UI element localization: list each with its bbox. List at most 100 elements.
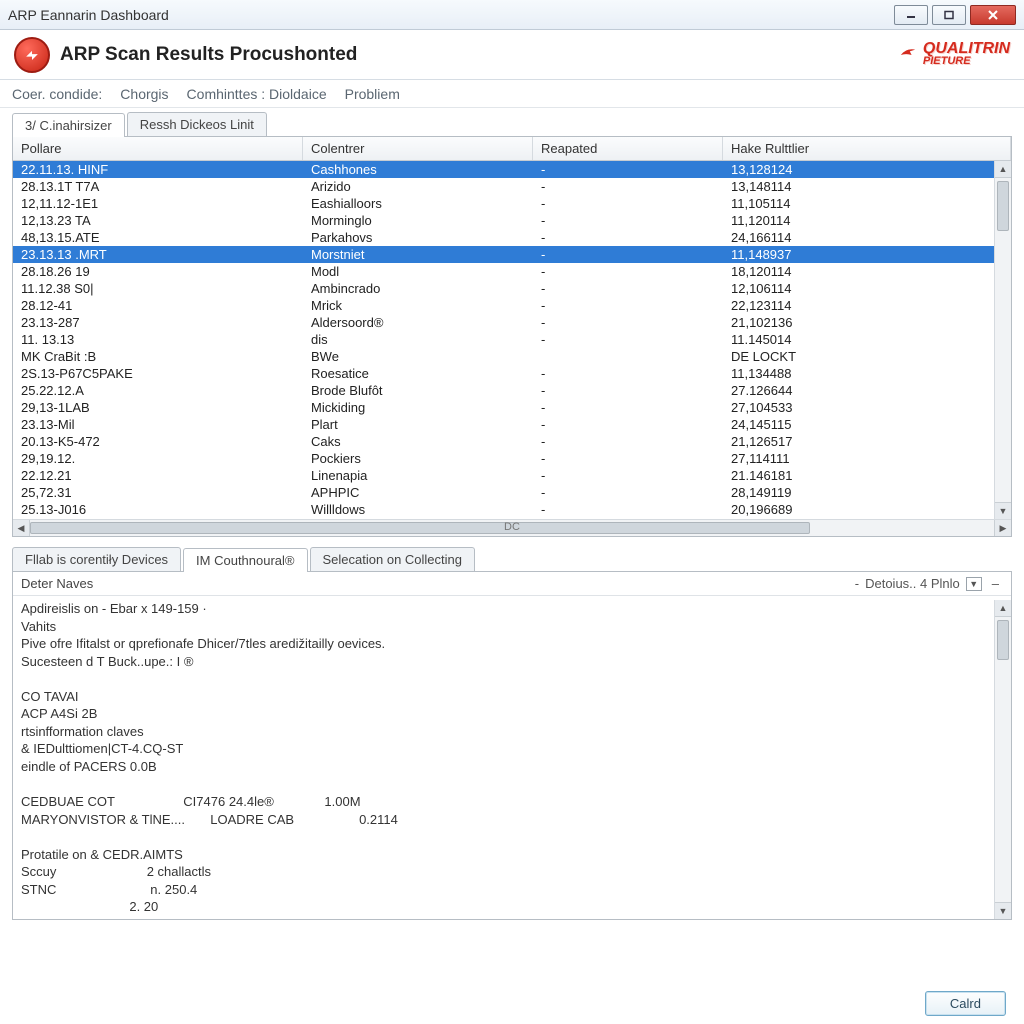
table-cell: Modl — [303, 263, 533, 280]
menu-item-2[interactable]: Comhinttes : Dioldaice — [187, 86, 327, 102]
table-cell: - — [533, 195, 723, 212]
table-row[interactable]: 22.12.21Linenapia-21.146181 — [13, 467, 1011, 484]
table-cell: 2S.13-P67C5PAKE — [13, 365, 303, 382]
hscroll-thumb[interactable] — [30, 522, 810, 534]
table-cell: 13,128124 — [723, 161, 1011, 178]
table-row[interactable]: 2S.13-P67C5PAKERoesatice-11,134488 — [13, 365, 1011, 382]
table-cell: 22,148264 — [723, 518, 1011, 519]
table-row[interactable]: 29,19.12.Pockiers-27,114111 — [13, 450, 1011, 467]
lower-tab-1[interactable]: IM Couthnoural® — [183, 548, 307, 572]
table-cell: 20.13-K5-472 — [13, 433, 303, 450]
menu-item-0[interactable]: Coer. condide: — [12, 86, 102, 102]
table-cell: - — [533, 518, 723, 519]
table-row[interactable]: 28.12-41Mrick-22,123114 — [13, 297, 1011, 314]
table-cell — [533, 348, 723, 365]
lower-tab-2[interactable]: Selecation on Collecting — [310, 547, 475, 571]
details-line: Vahits — [21, 618, 1003, 636]
table-row[interactable]: MK CraBit :BBWeDE LOCKT — [13, 348, 1011, 365]
column-header-1[interactable]: Colentrer — [303, 137, 533, 160]
upper-tab-0[interactable]: 3/ C.inahirsizer — [12, 113, 125, 137]
menu-item-1[interactable]: Chorgis — [120, 86, 168, 102]
details-body[interactable]: Apdireislis on - Ebar x 149-159 ·VahitsP… — [13, 596, 1011, 919]
minimize-button[interactable] — [894, 5, 928, 25]
table-body[interactable]: 22.11.13. HINFCashhones-13,12812428.13.1… — [13, 161, 1011, 519]
details-minimize-icon[interactable]: – — [988, 576, 1003, 591]
details-scroll-up-icon[interactable]: ▲ — [995, 600, 1011, 617]
table-cell: - — [533, 229, 723, 246]
table-cell: 11,120114 — [723, 212, 1011, 229]
table-row[interactable]: 23.13-MilPlart-24,145115 — [13, 416, 1011, 433]
table-cell: 28.12-41 — [13, 297, 303, 314]
scroll-thumb[interactable] — [997, 181, 1009, 231]
column-header-3[interactable]: Hake Rulttlier — [723, 137, 1011, 160]
table-row[interactable]: 25,72.31APHPIC-28,149119 — [13, 484, 1011, 501]
details-scroll-thumb[interactable] — [997, 620, 1009, 660]
details-line: MARYONVISTOR & TlNE.... LOADRE CAB 0.211… — [21, 811, 1003, 829]
table-cell: 11.145014 — [723, 331, 1011, 348]
brand-text-bottom: PIETURE — [923, 57, 1010, 67]
upper-tab-1[interactable]: Ressh Dickeos Linit — [127, 112, 267, 136]
column-header-0[interactable]: Pollare — [13, 137, 303, 160]
details-line — [21, 828, 1003, 846]
table-cell: 23.13-287 — [13, 314, 303, 331]
table-cell: 29,19.12. — [13, 450, 303, 467]
details-line: Apdireislis on - Ebar x 149-159 · — [21, 600, 1003, 618]
table-row[interactable]: 23.13.13 .MRTMorstniet-11,148937 — [13, 246, 1011, 263]
table-row[interactable]: 28.18.26 19Modl-18,120114 — [13, 263, 1011, 280]
table-row[interactable]: 23.13-287Aldersoord®-21,102136 — [13, 314, 1011, 331]
table-row[interactable]: 25.22.12.ABrode Blufôt-27.126644 — [13, 382, 1011, 399]
details-line — [21, 670, 1003, 688]
table-row[interactable]: 29,13-1LABMickiding-27,104533 — [13, 399, 1011, 416]
table-cell: - — [533, 246, 723, 263]
table-cell: 18,120114 — [723, 263, 1011, 280]
table-row[interactable]: 48,13.15.ATEParkahovs-24,166114 — [13, 229, 1011, 246]
details-title: Deter Naves — [21, 576, 855, 591]
table-cell: MK CraBit :B — [13, 348, 303, 365]
column-header-2[interactable]: Reapated — [533, 137, 723, 160]
menu-item-3[interactable]: Probliem — [345, 86, 400, 102]
close-button[interactable] — [970, 5, 1016, 25]
table-cell: 48,13.15.ATE — [13, 229, 303, 246]
table-cell: 12,13.23 TA — [13, 212, 303, 229]
scroll-right-icon[interactable]: ▶ — [994, 520, 1011, 536]
table-row[interactable]: 12,11.12-1E1Eashialloors-11,105114 — [13, 195, 1011, 212]
details-line — [21, 775, 1003, 793]
brand-logo: QUALITRIN PIETURE — [897, 42, 1010, 66]
lower-tab-0[interactable]: Fllab is corentiły Devices — [12, 547, 181, 571]
window-title: ARP Eannarin Dashboard — [8, 7, 894, 23]
table-cell: - — [533, 280, 723, 297]
table-row[interactable]: 22.11.13. HINFCashhones-13,128124 — [13, 161, 1011, 178]
table-row[interactable]: 11.12.38 S0|Ambincrado-12,106114 — [13, 280, 1011, 297]
details-scroll-down-icon[interactable]: ▼ — [995, 902, 1011, 919]
table-row[interactable]: 12,13.23 TAMorminglo-11,120114 — [13, 212, 1011, 229]
details-status: Detoius.. 4 Plnlo — [865, 576, 960, 591]
table-cell: 11. 13.13 — [13, 331, 303, 348]
hscroll-label: DC — [504, 521, 520, 533]
vertical-scrollbar[interactable]: ▲ ▼ — [994, 161, 1011, 519]
details-line: Sucesteen d T Buck..upe.: I ® — [21, 653, 1003, 671]
primary-button[interactable]: Calrd — [925, 991, 1006, 1016]
scroll-left-icon[interactable]: ◀ — [13, 520, 30, 536]
table-row[interactable]: 20.13-K5-472Caks-21,126517 — [13, 433, 1011, 450]
app-window: ARP Eannarin Dashboard ARP Scan Results … — [0, 0, 1024, 1024]
table-cell: - — [533, 416, 723, 433]
table-row[interactable]: 25.12-32Seure-22,148264 — [13, 518, 1011, 519]
horizontal-scrollbar[interactable]: ◀ DC ▶ — [13, 519, 1011, 536]
details-line: Pive ofre Ifitalst or qprefionafe Dhicer… — [21, 635, 1003, 653]
table-cell: Cashhones — [303, 161, 533, 178]
scroll-down-icon[interactable]: ▼ — [995, 502, 1011, 519]
details-dropdown-icon[interactable]: ▼ — [966, 577, 982, 591]
table-cell: - — [533, 161, 723, 178]
table-cell: 11.12.38 S0| — [13, 280, 303, 297]
details-line: Auarns n. 47 — [21, 916, 1003, 919]
table-row[interactable]: 25.13-J016Willldows-20,196689 — [13, 501, 1011, 518]
table-row[interactable]: 28.13.1T T7AArizido-13,148114 — [13, 178, 1011, 195]
table-cell: - — [533, 314, 723, 331]
table-cell: 25.13-J016 — [13, 501, 303, 518]
table-cell: - — [533, 450, 723, 467]
table-cell: 11,105114 — [723, 195, 1011, 212]
maximize-button[interactable] — [932, 5, 966, 25]
scroll-up-icon[interactable]: ▲ — [995, 161, 1011, 178]
details-vertical-scrollbar[interactable]: ▲ ▼ — [994, 600, 1011, 919]
table-row[interactable]: 11. 13.13dis-11.145014 — [13, 331, 1011, 348]
